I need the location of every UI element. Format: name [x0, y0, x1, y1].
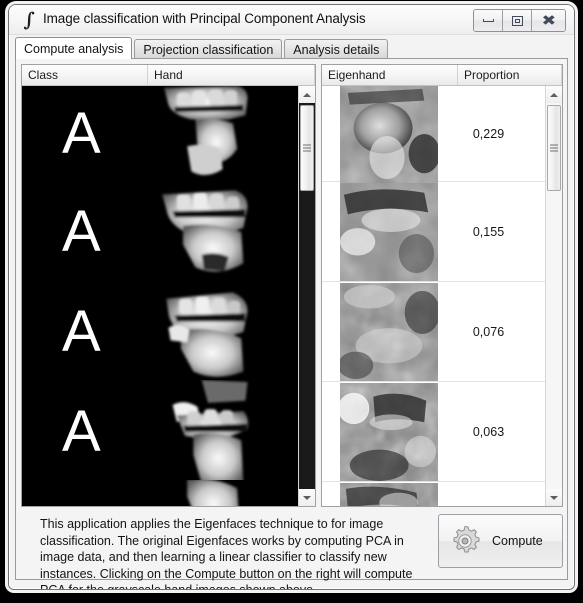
class-label: A [62, 299, 101, 364]
integral-icon: ∫ [23, 9, 35, 31]
column-header-hand[interactable]: Hand [148, 65, 315, 85]
minimize-button[interactable] [474, 10, 503, 31]
table-row[interactable]: A [22, 380, 298, 484]
minimize-icon [482, 19, 494, 22]
scroll-up-button[interactable] [299, 86, 315, 103]
class-label: A [62, 199, 101, 264]
table-row[interactable]: 0,076 [322, 282, 545, 382]
scroll-down-button[interactable] [299, 489, 315, 506]
hands-grid-header: Class Hand [22, 65, 315, 86]
maximize-icon [511, 15, 523, 26]
hand-sign-a-image [156, 480, 260, 506]
close-button[interactable]: ✖ [532, 10, 565, 31]
compute-button-label: Compute [492, 534, 543, 548]
tab-strip: Compute analysis Projection classificati… [15, 37, 390, 59]
table-row[interactable]: A [22, 180, 298, 284]
table-row[interactable]: 0,155 [322, 182, 545, 282]
close-icon: ✖ [541, 12, 556, 29]
title-bar: ∫ Image classification with Principal Co… [9, 5, 574, 35]
table-row[interactable] [322, 482, 545, 506]
scrollbar-thumb[interactable] [547, 105, 561, 191]
eigenhands-grid-body: 0,229 0,155 0,076 0,063 [322, 86, 545, 506]
table-row[interactable]: 0,229 [322, 86, 545, 183]
eigenhand-image [340, 182, 438, 281]
gear-icon [453, 525, 480, 553]
tab-content-panel: Class Hand A A A A Eigenhand Proportion … [15, 58, 568, 589]
class-label: A [62, 101, 101, 166]
eigenhands-grid-scrollbar[interactable] [545, 86, 562, 506]
grip-icon [550, 144, 558, 152]
class-label: A [62, 503, 101, 507]
scroll-down-button[interactable] [546, 489, 562, 506]
hands-grid-body: A A A A [22, 86, 298, 506]
compute-button[interactable]: Compute [438, 514, 563, 568]
proportion-value: 0,155 [472, 224, 505, 239]
scrollbar-track[interactable] [546, 103, 562, 489]
column-header-class[interactable]: Class [22, 65, 148, 85]
eigenhand-image [340, 482, 438, 506]
window-title: Image classification with Principal Comp… [43, 11, 366, 26]
eigenhands-data-grid: Eigenhand Proportion 0,229 0,155 0,076 0… [321, 64, 563, 507]
window-controls: ✖ [473, 9, 566, 32]
maximize-button[interactable] [503, 10, 532, 31]
eigenhand-image [340, 382, 438, 481]
grip-icon [303, 144, 311, 152]
scrollbar-track[interactable] [299, 103, 315, 489]
table-row[interactable]: A [22, 480, 298, 507]
table-row[interactable]: A [22, 86, 298, 188]
tab-analysis-details[interactable]: Analysis details [284, 39, 389, 59]
scrollbar-thumb[interactable] [300, 105, 314, 191]
scroll-up-button[interactable] [546, 86, 562, 103]
hand-sign-a-image [156, 280, 260, 384]
hand-sign-a-image [156, 380, 260, 484]
hand-sign-a-image [156, 86, 260, 188]
proportion-value: 0,063 [472, 424, 505, 439]
hands-grid-scrollbar[interactable] [298, 86, 315, 506]
chevron-down-icon [303, 495, 311, 500]
chevron-up-icon [550, 92, 558, 97]
bottom-bar: This application applies the Eigenfaces … [21, 512, 564, 589]
class-label: A [62, 399, 101, 464]
chevron-up-icon [303, 92, 311, 97]
table-row[interactable]: A [22, 280, 298, 384]
tab-projection-classification[interactable]: Projection classification [134, 39, 283, 59]
chevron-down-icon [550, 495, 558, 500]
hand-sign-a-image [156, 180, 260, 284]
eigenhand-image [340, 282, 438, 381]
column-header-eigenhand[interactable]: Eigenhand [322, 65, 458, 85]
tab-compute-analysis[interactable]: Compute analysis [15, 37, 133, 59]
hands-data-grid: Class Hand A A A A [21, 64, 316, 507]
eigenhand-image [340, 86, 438, 183]
description-text: This application applies the Eigenfaces … [40, 517, 413, 590]
table-row[interactable]: 0,063 [322, 382, 545, 482]
application-window: ∫ Image classification with Principal Co… [8, 4, 575, 590]
proportion-value: 0,229 [472, 126, 505, 141]
column-header-proportion[interactable]: Proportion [458, 65, 562, 85]
eigenhands-grid-header: Eigenhand Proportion [322, 65, 562, 86]
proportion-value: 0,076 [472, 324, 505, 339]
